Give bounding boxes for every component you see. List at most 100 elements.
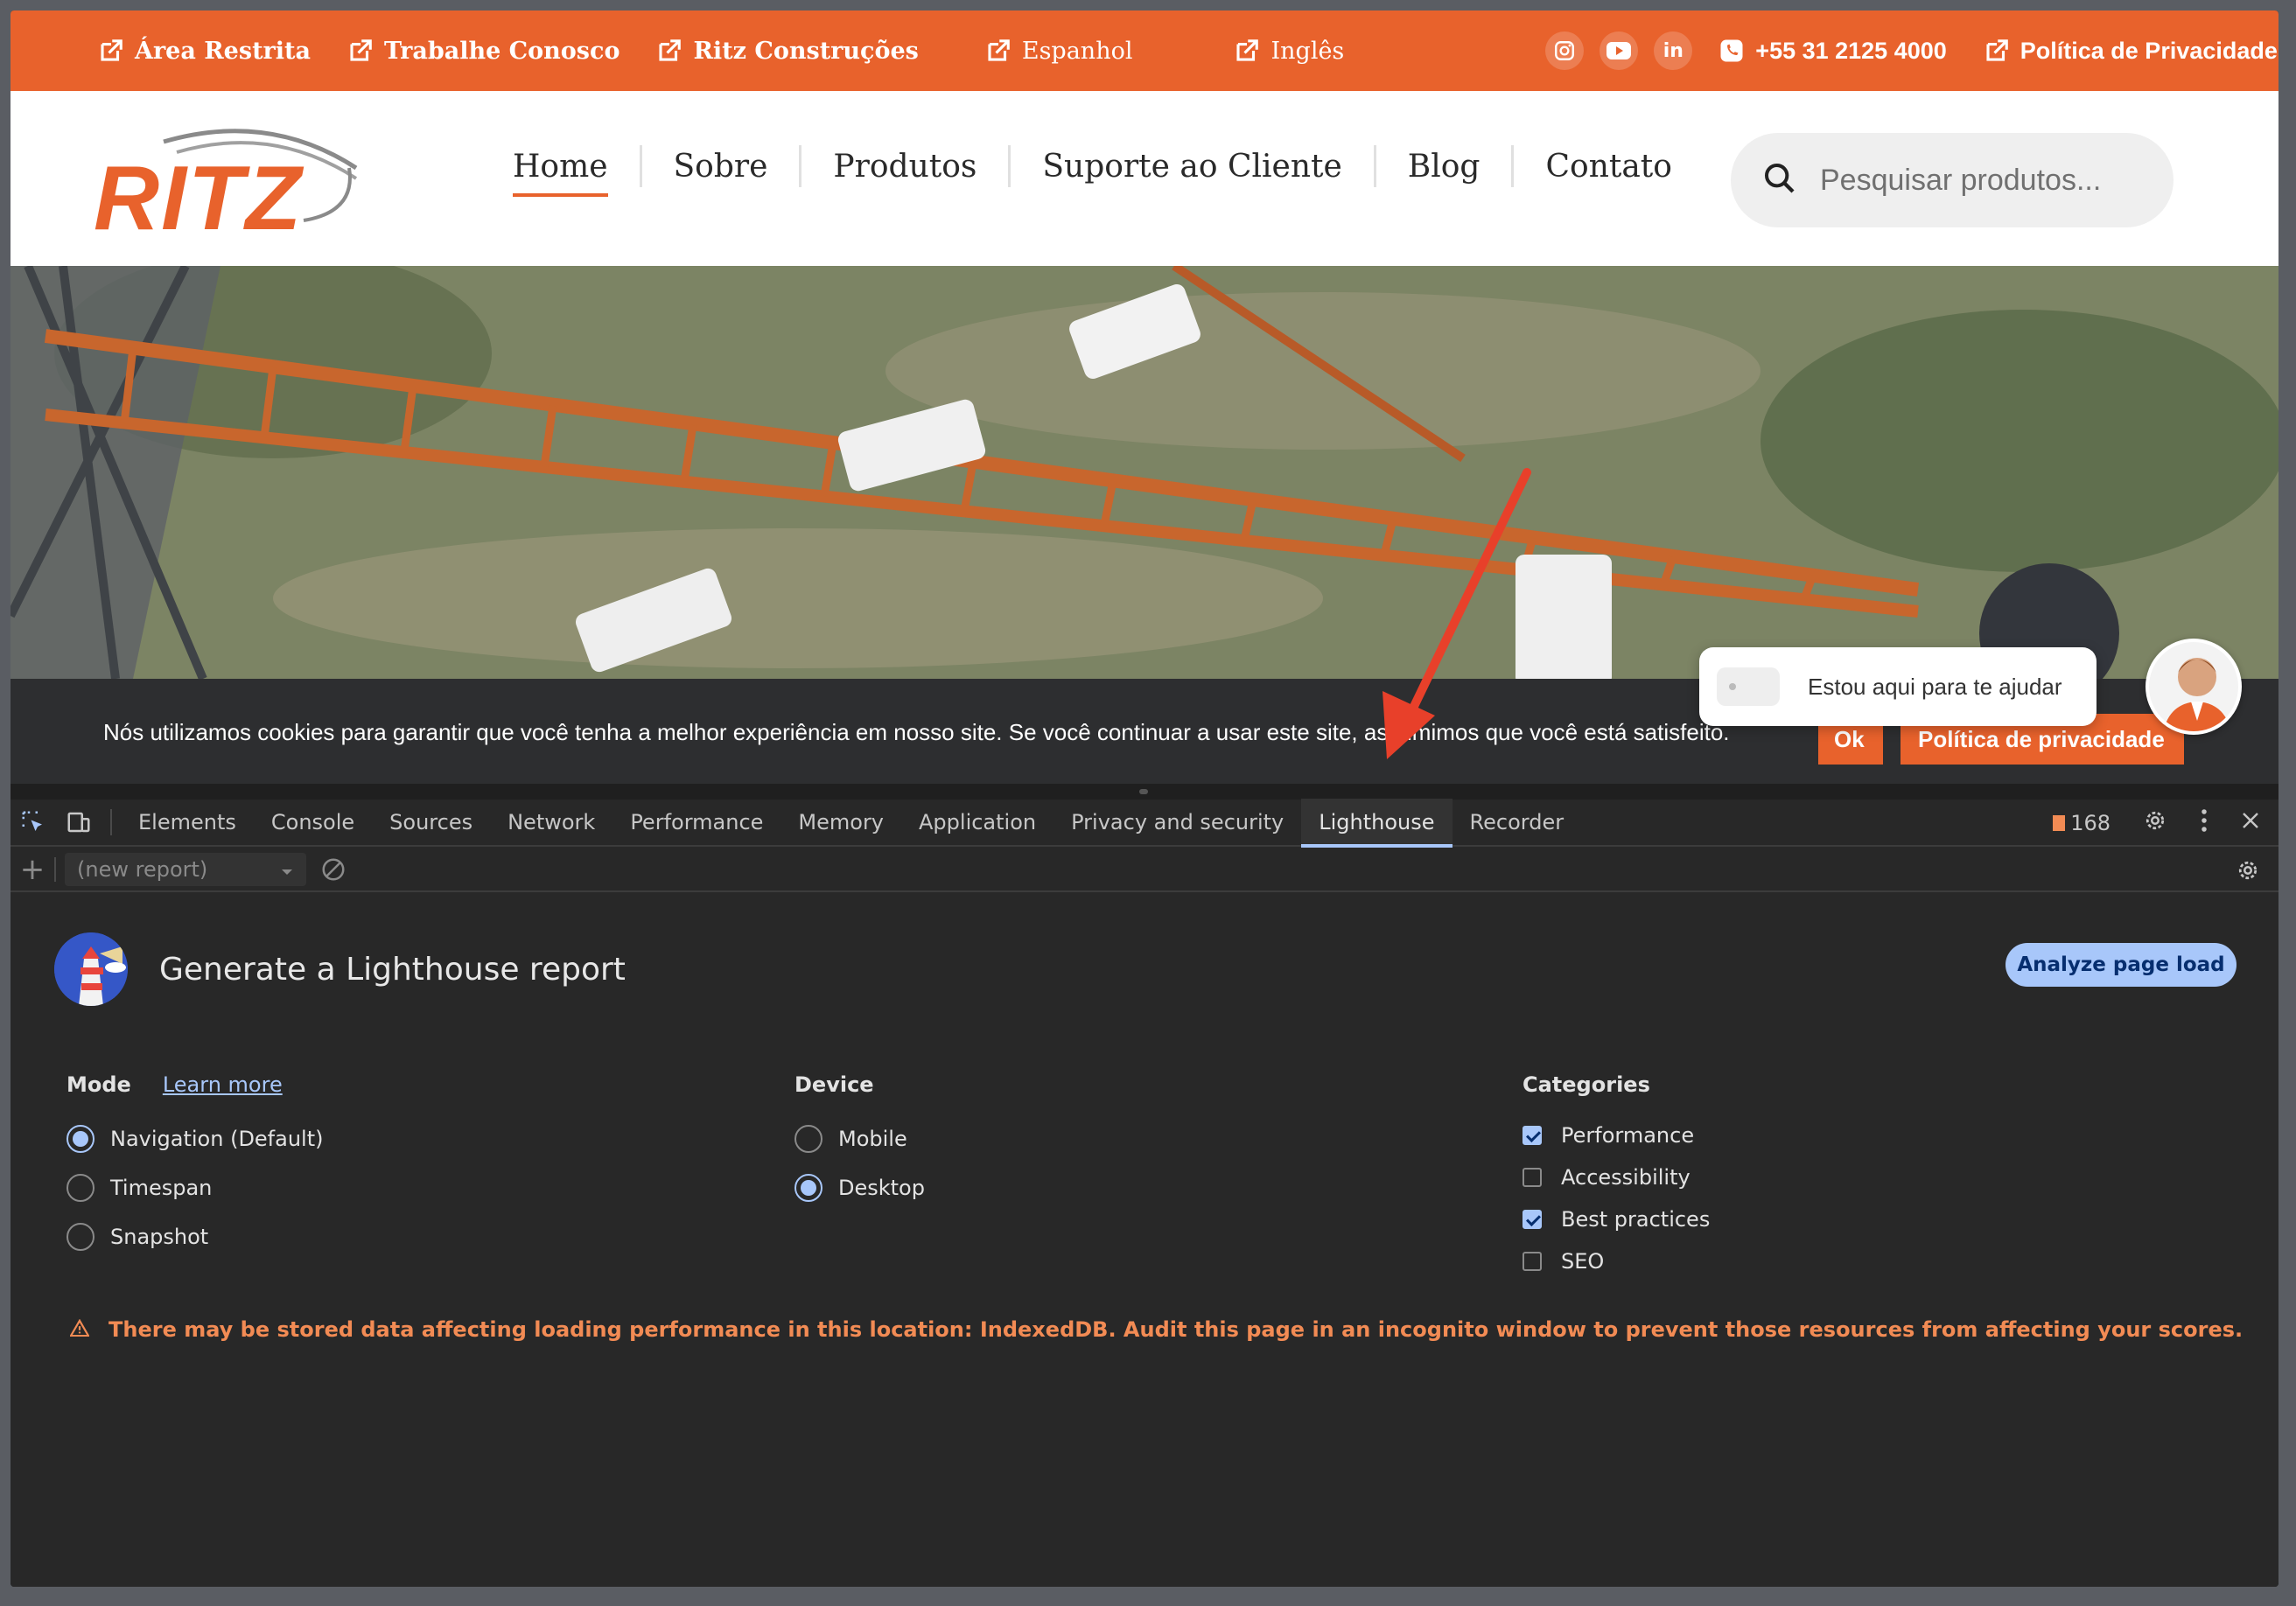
radio-button[interactable] — [66, 1174, 94, 1202]
link-politica-privacidade[interactable]: Política de Privacidade — [1984, 38, 2278, 65]
lighthouse-toolbar: + (new report) — [10, 848, 2278, 892]
device-label-row: Device — [794, 1072, 925, 1097]
main-nav: Home Sobre Produtos Suporte ao Cliente B… — [502, 145, 1704, 197]
nav-suporte[interactable]: Suporte ao Cliente — [1011, 149, 1373, 185]
browser-viewport: Área Restrita Trabalhe Conosco Ritz Cons… — [10, 10, 2278, 1587]
tab-recorder[interactable]: Recorder — [1452, 799, 1582, 846]
learn-more-link[interactable]: Learn more — [163, 1072, 283, 1097]
checkbox-label: Accessibility — [1561, 1165, 1690, 1190]
settings-gear-icon[interactable] — [2142, 807, 2168, 839]
whatsapp-icon — [1718, 38, 1745, 64]
ritz-logo[interactable]: RITZ — [94, 115, 382, 249]
device-option-desktop[interactable]: Desktop — [794, 1163, 925, 1212]
issues-flag-icon — [2053, 815, 2066, 831]
instagram-icon[interactable] — [1545, 31, 1585, 70]
radio-button[interactable] — [66, 1223, 94, 1251]
link-area-restrita[interactable]: Área Restrita — [98, 38, 311, 65]
dropdown-caret-icon — [280, 857, 294, 882]
phone-link[interactable]: +55 31 2125 4000 — [1718, 37, 1947, 65]
lighthouse-settings-icon[interactable] — [2235, 857, 2261, 889]
chat-bubble[interactable]: Estou aqui para te ajudar — [1699, 647, 2096, 726]
social-links: in — [1545, 31, 1693, 70]
radio-label: Timespan — [110, 1176, 213, 1200]
tab-sources[interactable]: Sources — [372, 799, 490, 846]
radio-label: Mobile — [838, 1127, 907, 1151]
link-espanhol[interactable]: Espanhol — [985, 37, 1133, 65]
category-seo[interactable]: SEO — [1522, 1240, 1710, 1282]
devtools-resize-handle[interactable] — [10, 784, 2278, 800]
linkedin-icon[interactable]: in — [1654, 31, 1693, 70]
device-label: Device — [794, 1072, 874, 1097]
tab-privacy-security[interactable]: Privacy and security — [1054, 799, 1301, 846]
radio-button-selected[interactable] — [794, 1174, 822, 1202]
nav-produtos[interactable]: Produtos — [802, 149, 1008, 185]
link-label: Trabalhe Conosco — [383, 37, 620, 65]
chat-toggle[interactable] — [1717, 667, 1780, 706]
search-input[interactable] — [1820, 163, 2152, 198]
more-options-icon[interactable] — [2200, 807, 2208, 839]
checkbox-checked[interactable] — [1522, 1210, 1542, 1229]
issues-count: 168 — [2070, 811, 2110, 835]
issues-counter[interactable]: 168 — [2053, 811, 2110, 835]
tab-lighthouse[interactable]: Lighthouse — [1301, 799, 1452, 848]
tab-divider — [110, 809, 112, 835]
tab-memory[interactable]: Memory — [780, 799, 901, 846]
new-report-icon[interactable]: + — [10, 852, 54, 887]
hero-banner-image — [10, 266, 2278, 679]
link-ritz-construcoes[interactable]: Ritz Construções — [656, 37, 919, 65]
radio-button-selected[interactable] — [66, 1125, 94, 1153]
close-icon[interactable] — [2240, 810, 2261, 836]
logo-text: RITZ — [94, 148, 304, 247]
radio-label: Navigation (Default) — [110, 1127, 324, 1151]
tab-network[interactable]: Network — [490, 799, 612, 846]
mode-option-timespan[interactable]: Timespan — [66, 1163, 324, 1212]
category-accessibility[interactable]: Accessibility — [1522, 1156, 1710, 1198]
clear-reports-icon[interactable] — [320, 856, 346, 883]
link-ingles[interactable]: Inglês — [1234, 38, 1344, 65]
link-label: Política de Privacidade — [2020, 37, 2278, 64]
external-link-icon — [985, 38, 1012, 64]
mode-label: Mode — [66, 1072, 131, 1097]
phone-number: +55 31 2125 4000 — [1755, 37, 1947, 64]
mode-option-navigation[interactable]: Navigation (Default) — [66, 1114, 324, 1163]
device-option-mobile[interactable]: Mobile — [794, 1114, 925, 1163]
tab-performance[interactable]: Performance — [612, 799, 780, 846]
cookie-privacy-label: Política de privacidade — [1918, 726, 2165, 752]
warning-text: There may be stored data affecting loadi… — [108, 1317, 2244, 1342]
radio-label: Snapshot — [110, 1225, 209, 1249]
link-label: Ritz Construções — [693, 37, 919, 65]
radio-button[interactable] — [794, 1125, 822, 1153]
lighthouse-logo-icon — [54, 932, 128, 1006]
checkbox[interactable] — [1522, 1168, 1542, 1187]
tab-application[interactable]: Application — [901, 799, 1054, 846]
tab-console[interactable]: Console — [254, 799, 372, 846]
cookie-message: Nós utilizamos cookies para garantir que… — [103, 719, 1730, 745]
categories-section: Categories Performance Accessibility Bes… — [1522, 1072, 1710, 1282]
inspect-element-icon[interactable] — [10, 809, 56, 835]
mode-option-snapshot[interactable]: Snapshot — [66, 1212, 324, 1261]
checkbox-checked[interactable] — [1522, 1126, 1542, 1145]
device-toolbar-icon[interactable] — [56, 809, 102, 835]
report-select[interactable]: (new report) — [65, 853, 306, 886]
analyze-page-load-button[interactable]: Analyze page load — [2006, 943, 2236, 987]
chat-bubble-text: Estou aqui para te ajudar — [1808, 673, 2062, 700]
chat-avatar[interactable] — [2146, 639, 2242, 735]
checkbox[interactable] — [1522, 1252, 1542, 1271]
youtube-icon[interactable] — [1600, 31, 1639, 70]
category-best-practices[interactable]: Best practices — [1522, 1198, 1710, 1240]
nav-contato[interactable]: Contato — [1514, 149, 1703, 185]
top-bar: Área Restrita Trabalhe Conosco Ritz Cons… — [10, 10, 2278, 91]
storage-warning: There may be stored data affecting loadi… — [69, 1317, 2244, 1342]
nav-home[interactable]: Home — [502, 149, 640, 197]
product-search[interactable] — [1731, 133, 2174, 227]
external-link-icon — [98, 38, 124, 64]
tab-elements[interactable]: Elements — [121, 799, 254, 846]
link-label: Espanhol — [1021, 37, 1133, 65]
nav-sobre[interactable]: Sobre — [642, 149, 800, 185]
category-performance[interactable]: Performance — [1522, 1114, 1710, 1156]
link-trabalhe-conosco[interactable]: Trabalhe Conosco — [347, 38, 620, 65]
categories-label: Categories — [1522, 1072, 1650, 1097]
mode-section: Mode Learn more Navigation (Default) Tim… — [66, 1072, 324, 1261]
link-label: Inglês — [1270, 37, 1345, 65]
nav-blog[interactable]: Blog — [1376, 149, 1512, 185]
